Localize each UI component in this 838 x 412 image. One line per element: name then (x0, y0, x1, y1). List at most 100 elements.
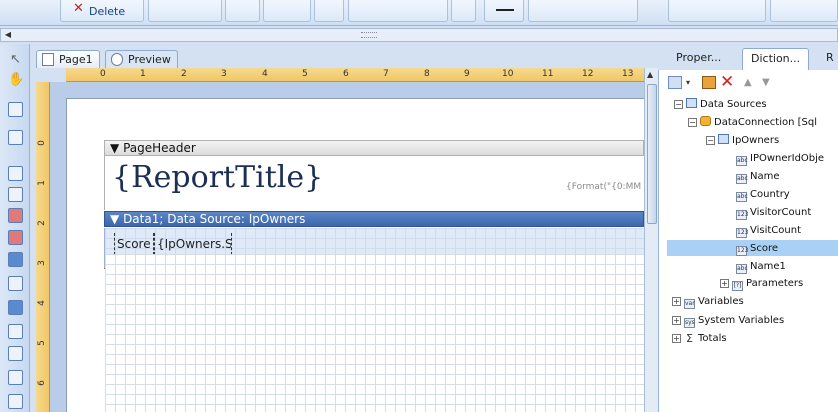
ruler-label: 5 (302, 69, 308, 79)
page-header-band-title[interactable]: ▼ PageHeader (104, 140, 644, 156)
chart-tool-icon[interactable] (8, 346, 23, 361)
tree-label: VisitCount (750, 225, 802, 236)
tree-parameters[interactable]: + [?] Parameters (720, 277, 803, 291)
cross-band-tool-icon[interactable] (8, 130, 23, 145)
tree-variables[interactable]: + var Variables (672, 295, 744, 309)
scroll-grip[interactable] (361, 32, 377, 38)
pointer-icon[interactable]: ↖ (8, 52, 23, 67)
textbox-tool-icon[interactable] (8, 187, 23, 202)
tree-data-sources[interactable]: − Data Sources (674, 98, 767, 112)
page-icon (42, 53, 54, 66)
tree-label: System Variables (698, 315, 785, 326)
ruler-label: 0 (36, 140, 47, 146)
delete-icon[interactable]: ✕ (720, 72, 734, 92)
collapse-icon[interactable]: − (706, 136, 715, 145)
collapse-icon[interactable]: − (688, 118, 697, 127)
tree-field[interactable]: abc Name1 (736, 260, 786, 274)
rich-text-tool-icon[interactable] (8, 324, 23, 339)
expand-icon[interactable]: + (672, 316, 681, 325)
toolbar-group-3[interactable] (225, 0, 260, 22)
delete-button[interactable]: ✕ Delete (60, 0, 144, 22)
string-field-icon: abc (736, 192, 748, 202)
panel-tool-icon[interactable] (8, 252, 23, 267)
scroll-up-icon[interactable]: ▲ (647, 70, 653, 79)
score-value-textbox[interactable]: {IpOwners.Sc (154, 233, 232, 255)
ruler-label: 1 (36, 180, 47, 186)
ruler-label: 12 (582, 69, 594, 79)
data-band-title[interactable]: ▼ Data1; Data Source: IpOwners (104, 211, 644, 227)
toolbar-group-4[interactable] (263, 0, 311, 22)
dropdown-arrow-icon[interactable]: ▾ (686, 78, 690, 87)
tree-data-connection[interactable]: − DataConnection [Sql (688, 116, 817, 130)
ruler-label: 6 (36, 380, 47, 386)
collapse-triangle-icon[interactable]: ▼ (110, 212, 119, 226)
collapse-icon[interactable]: − (674, 100, 683, 109)
zip-code-tool-icon[interactable] (8, 370, 23, 385)
expand-icon[interactable]: + (672, 297, 681, 306)
parameters-icon: [?] (732, 281, 743, 291)
canvas-vertical-scrollbar[interactable]: ▲ (644, 68, 658, 412)
pan-hand-icon[interactable]: ✋ (8, 72, 24, 87)
ruler-label: 3 (36, 260, 47, 266)
magnifier-icon (111, 53, 123, 66)
line-style-icon (496, 9, 514, 11)
tree-totals[interactable]: + Σ Totals (672, 332, 727, 346)
tree-label: Score (750, 243, 779, 254)
designer-tabs: Page1 Preview (30, 44, 656, 68)
ruler-label: 8 (424, 69, 430, 79)
canvas-grid (105, 254, 644, 412)
ruler-label: 0 (100, 69, 106, 79)
tree-field[interactable]: abc IPOwnerIdObje (736, 152, 824, 166)
dictionary-toolbar: ▾ ✕ ▲ ▼ (664, 72, 834, 92)
tab-preview[interactable]: Preview (105, 50, 178, 68)
move-down-icon[interactable]: ▼ (762, 77, 770, 88)
text-tool-icon[interactable] (8, 166, 23, 181)
toolbar-group-11[interactable] (770, 0, 838, 22)
clone-tool-icon[interactable] (8, 276, 23, 291)
new-item-icon[interactable] (668, 76, 682, 89)
expand-icon[interactable]: + (720, 279, 729, 288)
expand-icon[interactable]: + (672, 334, 681, 343)
tab-page1[interactable]: Page1 (36, 50, 100, 68)
tree-label: Country (750, 189, 790, 200)
toolbar-group-7[interactable] (451, 0, 476, 22)
move-up-icon[interactable]: ▲ (744, 77, 752, 88)
tree-ipowners[interactable]: − IpOwners (706, 134, 779, 148)
toolbar-group-2[interactable] (148, 0, 222, 22)
scroll-thumb[interactable] (647, 84, 657, 224)
tab-report-tree[interactable]: R (818, 48, 838, 70)
tab-properties[interactable]: Proper... (668, 48, 729, 70)
toolbar-group-5[interactable] (314, 0, 344, 22)
tree-field[interactable]: abc Country (736, 188, 790, 202)
toolbar-group-8[interactable] (484, 0, 524, 22)
toolbar-group-10[interactable] (668, 0, 766, 22)
edit-icon[interactable] (702, 76, 716, 89)
collapse-triangle-icon[interactable]: ▼ (110, 141, 119, 155)
image-tool-icon[interactable] (8, 208, 23, 223)
toolbar-group-9[interactable] (528, 0, 638, 22)
tree-label: Name (750, 171, 780, 182)
format-date-textbox[interactable]: {Format("{0:MM (566, 182, 641, 192)
ruler-label: 2 (36, 220, 47, 226)
ruler-label: 1 (140, 69, 146, 79)
tab-dictionary[interactable]: Diction... (742, 48, 810, 70)
score-label-textbox[interactable]: Score (114, 233, 154, 255)
number-field-icon: 123 (736, 228, 749, 238)
tree-system-variables[interactable]: + sys System Variables (672, 314, 784, 328)
ruler-label: 13 (622, 69, 634, 79)
barcode-tool-icon[interactable] (8, 230, 23, 245)
tree-field[interactable]: 123 VisitorCount (736, 206, 811, 220)
tree-field[interactable]: abc Name (736, 170, 780, 184)
ruler-label: 2 (181, 69, 187, 79)
toolbar-scrollbar[interactable]: ◀ (0, 28, 838, 42)
toolbar-group-6[interactable] (348, 0, 448, 22)
band-tool-icon[interactable] (8, 102, 23, 117)
report-title-textbox[interactable]: {ReportTitle} (112, 160, 323, 195)
tree-field[interactable]: 123 VisitCount (736, 224, 801, 238)
shape-tool-icon[interactable] (8, 300, 23, 315)
scroll-left-icon[interactable]: ◀ (1, 29, 15, 41)
ruler-label: 3 (221, 69, 227, 79)
checkbox-tool-icon[interactable] (8, 394, 23, 409)
ruler-label: 4 (262, 69, 268, 79)
tree-field-selected[interactable]: 123 Score (736, 242, 778, 256)
